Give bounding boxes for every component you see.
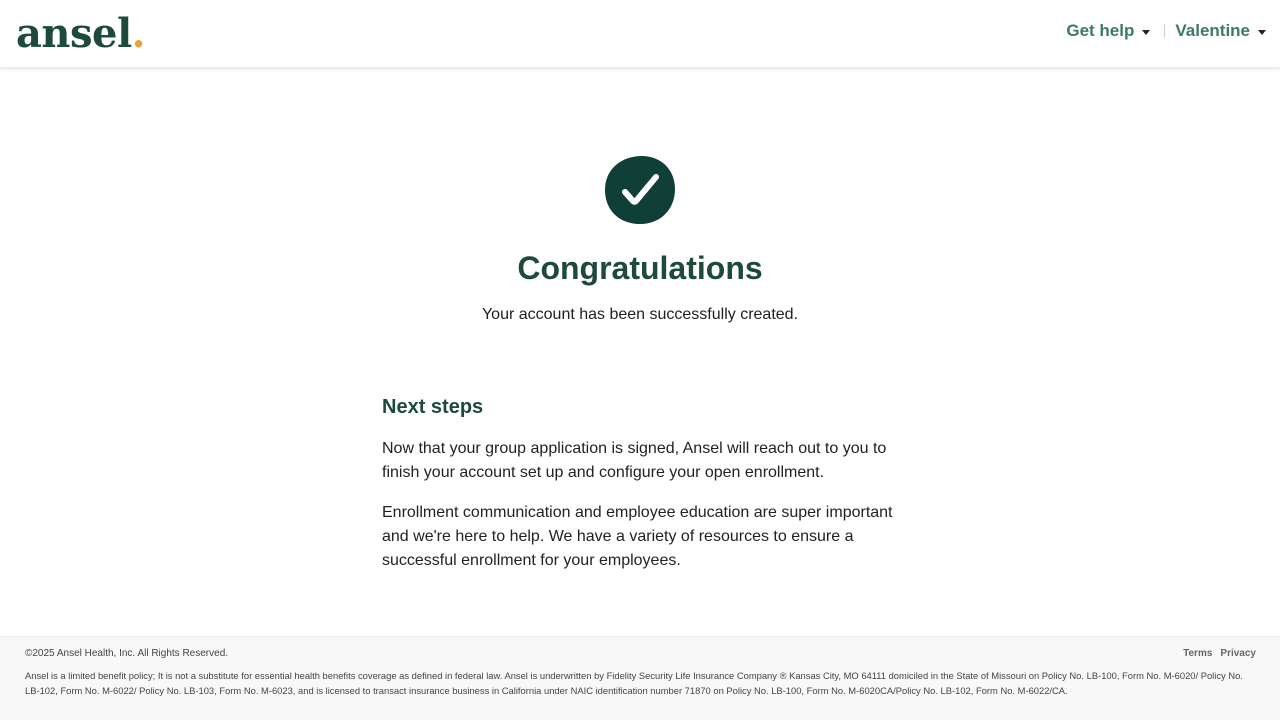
site-footer: ©2025 Ansel Health, Inc. All Rights Rese… — [0, 636, 1280, 720]
chevron-down-icon — [1142, 29, 1151, 35]
user-name-label: Valentine — [1175, 21, 1250, 40]
nav-divider — [1164, 24, 1166, 38]
terms-link[interactable]: Terms — [1183, 648, 1212, 659]
user-menu-dropdown[interactable]: Valentine — [1175, 21, 1266, 41]
next-steps-paragraph: Now that your group application is signe… — [382, 440, 887, 481]
logo-dot: . — [131, 10, 146, 57]
privacy-link[interactable]: Privacy — [1220, 648, 1256, 659]
footer-links: Terms Privacy — [1175, 648, 1256, 659]
legal-disclaimer: Ansel is a limited benefit policy; It is… — [25, 670, 1243, 696]
chevron-down-icon — [1258, 29, 1266, 35]
check-circle-icon — [605, 155, 675, 224]
get-help-dropdown[interactable]: Get help — [1066, 21, 1151, 41]
header-nav: Get help Valentine — [1066, 19, 1266, 43]
page-subtitle: Your account has been successfully creat… — [481, 306, 799, 323]
page-title: Congratulations — [517, 250, 763, 286]
logo-text: ansel — [16, 10, 132, 57]
copyright-text: ©2025 Ansel Health, Inc. All Rights Rese… — [25, 648, 229, 659]
next-steps-paragraph: Enrollment communication and employee ed… — [382, 504, 893, 569]
get-help-label: Get help — [1066, 21, 1135, 40]
site-header: ansel. Get help Valentine — [0, 0, 1280, 68]
ansel-logo[interactable]: ansel. — [16, 10, 146, 58]
next-steps-heading: Next steps — [382, 396, 484, 418]
